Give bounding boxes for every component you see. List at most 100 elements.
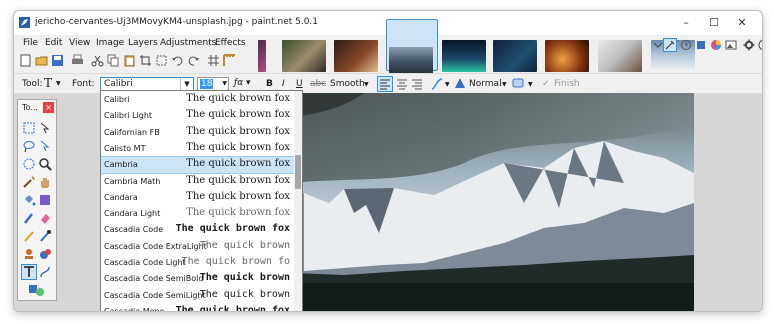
chevron-down-icon[interactable]: ▼ <box>528 81 533 88</box>
font-list-item[interactable]: Cascadia Code Light The quick brown fo <box>101 255 294 271</box>
font-list-item[interactable]: Calisto MT The quick brown fox <box>101 141 294 157</box>
save-icon[interactable] <box>51 54 64 67</box>
colors-icon[interactable] <box>710 39 722 51</box>
menu-image[interactable]: Image <box>96 38 124 48</box>
chevron-down-icon[interactable]: ▼ <box>445 81 450 88</box>
pan-hand-icon[interactable] <box>38 175 52 189</box>
menu-adjustments[interactable]: Adjustments <box>160 38 216 48</box>
paint-bucket-icon[interactable] <box>22 193 36 207</box>
menu-layers[interactable]: Layers <box>128 38 158 48</box>
font-list-item[interactable]: Candara Light The quick brown fox <box>101 206 294 222</box>
font-list-item[interactable]: Cambria Math The quick brown fox <box>101 174 294 190</box>
clone-stamp-icon[interactable] <box>22 247 36 261</box>
font-list-item[interactable]: Cambria The quick brown fox <box>101 156 295 175</box>
font-family-list[interactable]: Calibri The quick brown fox Calibri Light T… <box>100 90 303 311</box>
color-picker-icon[interactable] <box>38 229 52 243</box>
image-tab-thumbnail[interactable] <box>442 40 486 72</box>
scrollbar-thumb[interactable] <box>295 155 301 189</box>
selection-clipping-icon[interactable] <box>512 77 524 89</box>
image-tab-thumbnail[interactable] <box>545 40 589 72</box>
blend-mode-dropdown[interactable]: Normal <box>469 79 502 89</box>
tools-close-button[interactable]: × <box>43 102 54 113</box>
image-tab-thumbnail[interactable] <box>598 40 642 72</box>
blend-curve-icon[interactable] <box>430 77 444 91</box>
align-center-icon[interactable] <box>395 77 409 91</box>
font-list-item[interactable]: Cascadia Code SemiLight The quick brown <box>101 288 294 304</box>
paintbrush-icon[interactable] <box>22 211 36 225</box>
lasso-select-icon[interactable] <box>22 139 36 153</box>
strikethrough-button[interactable]: abc <box>310 79 326 89</box>
chevron-down-icon[interactable]: ▼ <box>56 80 61 87</box>
font-list-item[interactable]: Californian FB The quick brown fox <box>101 125 294 141</box>
underline-button[interactable]: U <box>296 79 303 89</box>
open-folder-icon[interactable] <box>35 54 48 67</box>
font-preview-sample: The quick brown <box>199 288 290 300</box>
font-list-scrollbar[interactable] <box>294 91 302 311</box>
gradient-icon[interactable] <box>38 193 52 207</box>
cut-icon[interactable] <box>91 54 104 67</box>
italic-button[interactable]: I <box>282 79 285 89</box>
move-selected-icon[interactable] <box>38 121 52 135</box>
font-size-value: 18 <box>200 79 214 89</box>
rectangle-select-icon[interactable] <box>22 121 36 135</box>
bold-button[interactable]: B <box>266 79 273 89</box>
font-list-item[interactable]: Calibri Light The quick brown fox <box>101 108 294 124</box>
menu-file[interactable]: File <box>23 38 38 48</box>
menu-effects[interactable]: Effects <box>215 38 246 48</box>
undo-icon[interactable] <box>171 54 184 67</box>
magic-wand-icon[interactable] <box>22 175 36 189</box>
font-list-item[interactable]: Cascadia Code ExtraLight The quick brown <box>101 239 294 255</box>
font-name: Calibri <box>104 95 130 104</box>
paste-icon[interactable] <box>123 54 136 67</box>
image-icon[interactable] <box>725 39 737 51</box>
move-selection-icon[interactable] <box>38 139 52 153</box>
image-tab-thumbnail[interactable] <box>282 40 326 72</box>
text-tool-icon[interactable]: T <box>44 76 52 90</box>
new-file-icon[interactable] <box>19 54 32 67</box>
font-list-item[interactable]: Cascadia Code SemiBold The quick brown <box>101 271 294 287</box>
tools-window-icon[interactable] <box>663 38 677 52</box>
minimize-button[interactable]: – <box>674 15 698 31</box>
image-tab-thumbnail[interactable] <box>493 40 537 72</box>
chevron-down-icon[interactable] <box>652 39 664 51</box>
history-icon[interactable] <box>680 39 692 51</box>
print-icon[interactable] <box>71 54 84 67</box>
font-list-item[interactable]: Cascadia Mono The quick brown fox <box>101 304 294 311</box>
font-list-item[interactable]: Candara The quick brown fox <box>101 190 294 206</box>
chevron-down-icon[interactable]: ▼ <box>502 81 507 88</box>
font-list-item[interactable]: Cascadia Code The quick brown fox <box>101 222 294 238</box>
layers-icon[interactable] <box>695 39 707 51</box>
redo-icon[interactable] <box>187 54 200 67</box>
align-left-icon[interactable] <box>377 76 393 92</box>
ellipse-select-icon[interactable] <box>22 157 36 171</box>
maximize-button[interactable]: ☐ <box>702 15 726 31</box>
crop-icon[interactable] <box>139 54 152 67</box>
help-icon[interactable]: ? <box>758 39 763 51</box>
image-tabs <box>258 33 695 77</box>
line-curve-icon[interactable] <box>38 265 52 279</box>
settings-gear-icon[interactable] <box>743 39 755 51</box>
menu-view[interactable]: View <box>69 38 90 48</box>
align-right-icon[interactable] <box>410 77 424 91</box>
grid-icon[interactable] <box>207 54 220 67</box>
chevron-down-icon[interactable]: ▼ <box>364 81 369 88</box>
image-tab-thumbnail[interactable] <box>334 40 378 72</box>
menu-edit[interactable]: Edit <box>45 38 62 48</box>
chevron-down-icon[interactable]: ▼ <box>222 80 227 87</box>
image-tab-thumbnail[interactable] <box>258 40 266 72</box>
copy-icon[interactable] <box>107 54 120 67</box>
checkmark-icon: ✓ <box>542 79 550 89</box>
deselect-icon[interactable] <box>155 54 168 67</box>
shapes-icon[interactable] <box>28 283 46 297</box>
font-style-icon[interactable]: ƒα ▾ <box>234 78 250 88</box>
finish-button[interactable]: Finish <box>554 79 580 89</box>
zoom-icon[interactable] <box>38 157 52 171</box>
text-tool-icon[interactable] <box>21 264 37 280</box>
antialiasing-dropdown[interactable]: Smooth <box>330 79 365 89</box>
eraser-icon[interactable] <box>38 211 52 225</box>
recolor-icon[interactable] <box>38 247 52 261</box>
font-list-item[interactable]: Calibri The quick brown fox <box>101 92 294 108</box>
pencil-icon[interactable] <box>22 229 36 243</box>
ruler-icon[interactable] <box>223 54 236 67</box>
close-window-button[interactable]: ✕ <box>730 15 754 31</box>
